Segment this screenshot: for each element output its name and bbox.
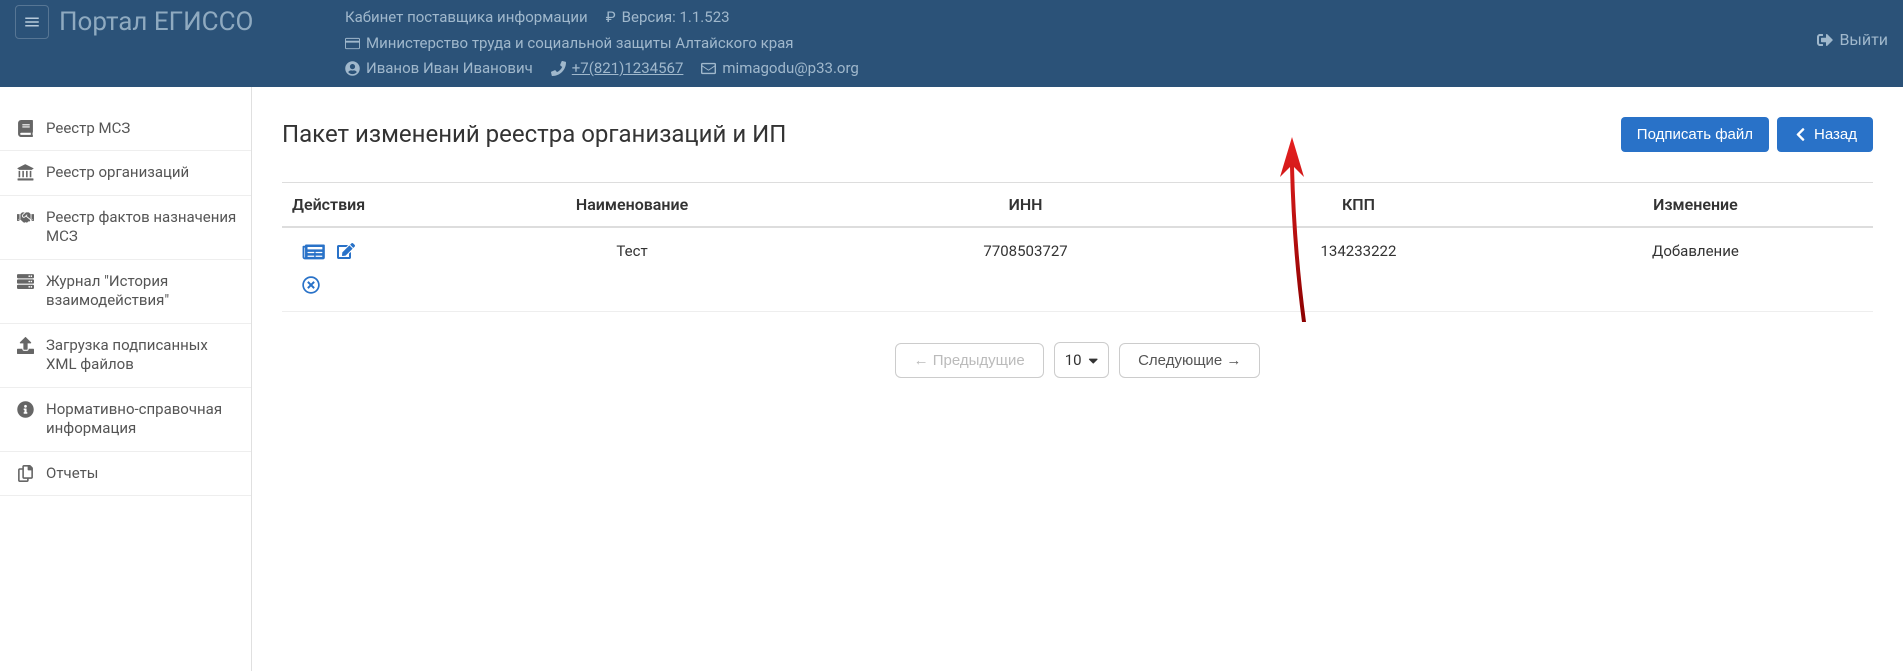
chevron-left-icon	[1793, 127, 1808, 142]
view-icon[interactable]	[302, 242, 325, 265]
col-inn: ИНН	[852, 182, 1199, 227]
user-phone[interactable]: +7(821)1234567	[551, 56, 684, 82]
phone-icon	[551, 61, 566, 76]
sidebar-item-msz-registry[interactable]: Реестр МСЗ	[0, 107, 251, 152]
col-name: Наименование	[412, 182, 852, 227]
user-name: Иванов Иван Иванович	[345, 56, 533, 82]
user-email[interactable]: mimagodu@p33.org	[701, 56, 858, 82]
col-actions: Действия	[282, 182, 412, 227]
cell-kpp: 134233222	[1199, 227, 1518, 312]
edit-icon[interactable]	[337, 242, 355, 265]
sidebar: Реестр МСЗ Реестр организаций Реестр фак…	[0, 87, 252, 671]
menu-toggle-button[interactable]	[15, 5, 49, 39]
delete-icon[interactable]	[302, 276, 320, 297]
institution-icon	[14, 164, 36, 181]
app-header: Портал ЕГИССО Кабинет поставщика информа…	[0, 0, 1903, 87]
back-button[interactable]: Назад	[1777, 117, 1873, 152]
table-row: Тест 7708503727 134233222 Добавление	[282, 227, 1873, 312]
handshake-icon	[14, 209, 36, 226]
pagination: ← Предыдущие 10 Следующие →	[282, 342, 1873, 378]
book-icon	[14, 120, 36, 137]
prev-page-button[interactable]: ← Предыдущие	[895, 343, 1044, 378]
main-content: Пакет изменений реестра организаций и ИП…	[252, 87, 1903, 671]
sidebar-item-reports[interactable]: Отчеты	[0, 452, 251, 497]
logout-icon	[1817, 32, 1833, 48]
sign-file-button[interactable]: Подписать файл	[1621, 117, 1769, 152]
server-icon	[14, 273, 36, 290]
cabinet-label: Кабинет поставщика информации	[345, 5, 588, 31]
cell-change: Добавление	[1518, 227, 1873, 312]
col-kpp: КПП	[1199, 182, 1518, 227]
sidebar-item-facts-registry[interactable]: Реестр фактов назначения МСЗ	[0, 196, 251, 260]
next-page-button[interactable]: Следующие →	[1119, 343, 1260, 378]
cell-name: Тест	[412, 227, 852, 312]
info-icon	[14, 401, 36, 418]
sidebar-item-upload[interactable]: Загрузка подписанных XML файлов	[0, 324, 251, 388]
chevron-down-icon	[1088, 353, 1099, 368]
cell-inn: 7708503727	[852, 227, 1199, 312]
page-title: Пакет изменений реестра организаций и ИП	[282, 120, 786, 148]
page-size-select[interactable]: 10	[1054, 342, 1109, 378]
version-label: ₽ Версия: 1.1.523	[606, 5, 730, 31]
card-icon	[345, 36, 360, 51]
copy-icon	[14, 465, 36, 482]
sidebar-item-journal[interactable]: Журнал "История взаимодействия"	[0, 260, 251, 324]
sidebar-item-org-registry[interactable]: Реестр организаций	[0, 151, 251, 196]
logout-button[interactable]: Выйти	[1817, 30, 1888, 49]
data-table: Действия Наименование ИНН КПП Изменение	[282, 182, 1873, 313]
envelope-icon	[701, 61, 716, 76]
portal-title: Портал ЕГИССО	[59, 7, 253, 37]
sidebar-item-reference[interactable]: Нормативно-справочная информация	[0, 388, 251, 452]
col-change: Изменение	[1518, 182, 1873, 227]
upload-icon	[14, 337, 36, 354]
user-icon	[345, 61, 360, 76]
ministry-label: Министерство труда и социальной защиты А…	[345, 31, 794, 57]
